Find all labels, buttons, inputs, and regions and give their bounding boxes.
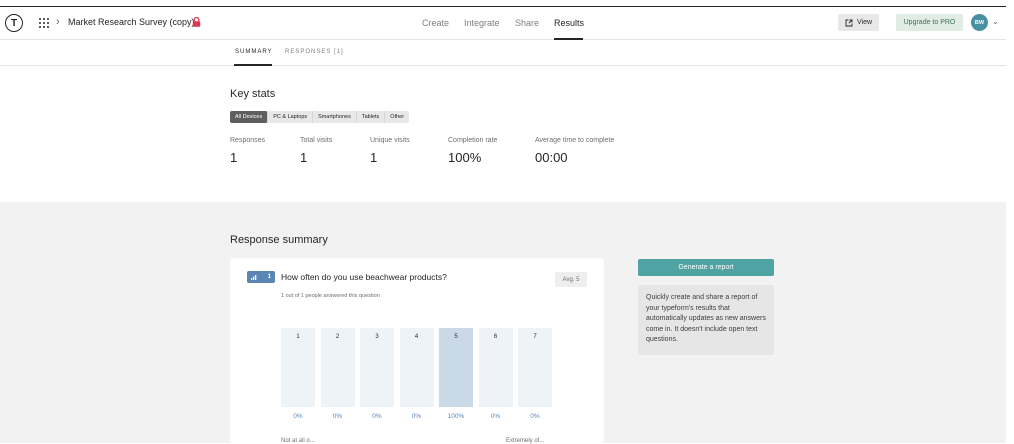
- stat-label: Unique visits: [370, 137, 410, 144]
- stat-label: Completion rate: [448, 137, 498, 144]
- scale-bar-1: 1: [281, 328, 315, 407]
- scale-bar-7: 7: [518, 328, 552, 407]
- external-link-icon: [845, 19, 853, 26]
- scale-bar-2: 2: [320, 328, 355, 407]
- scale-bar-3: 3: [360, 328, 394, 407]
- scale-bar-number: 6: [493, 334, 498, 340]
- report-info-text: Quickly create and share a report of you…: [638, 285, 774, 355]
- scale-percent: 100%: [447, 413, 465, 420]
- stat-responses: Responses 1: [230, 137, 265, 165]
- scale-high-label: Extremely of...: [506, 438, 545, 444]
- key-stats-title: Key stats: [230, 88, 276, 100]
- apps-grid-icon[interactable]: [39, 18, 49, 28]
- stat-label: Responses: [230, 137, 266, 144]
- stat-label: Average time to complete: [535, 137, 615, 144]
- device-tab-tablets[interactable]: Tablets: [357, 111, 386, 123]
- scale-percent: 0%: [332, 413, 343, 420]
- chevron-right-icon: ›: [56, 16, 60, 28]
- stat-value: 1: [300, 150, 308, 165]
- scale-percent: 0%: [530, 413, 540, 420]
- scale-bar-number: 5: [454, 334, 458, 340]
- scale-bar-4: 4: [399, 328, 434, 407]
- form-title[interactable]: Market Research Survey (copy): [68, 17, 195, 27]
- stat-value: 00:00: [535, 150, 568, 165]
- scale-bar-number: 1: [296, 334, 300, 340]
- question-card: 1 How often do you use beachwear product…: [230, 258, 604, 444]
- stat-total-visits: Total visits 1: [300, 137, 332, 165]
- question-answered-count: 1 out of 1 people answered this question: [281, 293, 380, 299]
- nav-integrate[interactable]: Integrate: [464, 18, 500, 28]
- view-label: View: [856, 19, 873, 26]
- device-filter: All Devices PC & Laptops Smartphones Tab…: [230, 111, 410, 123]
- response-summary-title: Response summary: [230, 234, 328, 246]
- scale-low-label: Not at all o...: [281, 438, 315, 444]
- stat-average-time: Average time to complete 00:00: [535, 137, 614, 165]
- nav-results[interactable]: Results: [554, 18, 584, 28]
- average-badge: Avg. 5: [555, 272, 587, 287]
- scale-bar-number: 4: [414, 334, 419, 340]
- lock-icon: [192, 17, 201, 27]
- scale-bar-5: 5: [439, 328, 473, 407]
- app-header: T › Market Research Survey (copy) Create…: [0, 7, 1006, 40]
- stat-unique-visits: Unique visits 1: [370, 137, 410, 165]
- chevron-down-icon[interactable]: ⌄: [992, 17, 999, 26]
- nav-share[interactable]: Share: [515, 18, 539, 28]
- tab-responses[interactable]: RESPONSES [1]: [285, 49, 344, 55]
- typeform-logo[interactable]: T: [5, 14, 23, 32]
- scale-percent: 0%: [490, 413, 501, 420]
- scale-bar-6: 6: [478, 328, 513, 407]
- scale-bar-number: 2: [335, 334, 340, 340]
- avatar[interactable]: BW: [971, 14, 988, 31]
- stat-label: Total visits: [300, 137, 333, 144]
- scale-bar-number: 7: [533, 334, 537, 340]
- scale-percent: 0%: [411, 413, 422, 420]
- stat-value: 1: [370, 150, 378, 165]
- scale-bar-number: 3: [375, 334, 379, 340]
- generate-report-button[interactable]: Generate a report: [638, 259, 774, 276]
- subtab-active-indicator: [234, 64, 272, 66]
- question-title: How often do you use beachwear products?: [281, 272, 447, 282]
- results-subtabs: SUMMARY RESPONSES [1]: [0, 41, 1006, 66]
- scale-percent: 0%: [372, 413, 382, 420]
- device-tab-all[interactable]: All Devices: [230, 111, 269, 123]
- stat-completion-rate: Completion rate 100%: [448, 137, 497, 165]
- stat-value: 1: [230, 150, 238, 165]
- device-tab-other[interactable]: Other: [385, 111, 409, 123]
- upgrade-button[interactable]: Upgrade to PRO: [896, 14, 963, 31]
- question-number-badge: 1: [247, 271, 275, 283]
- question-number: 1: [267, 274, 271, 280]
- nav-create[interactable]: Create: [422, 18, 449, 28]
- stat-value: 100%: [448, 150, 482, 165]
- opinion-scale-bars: 1 2 3 4 5 6 7 0% 0% 0% 0% 100% 0% 0%: [281, 328, 561, 420]
- scale-percent: 0%: [293, 413, 303, 420]
- tab-summary[interactable]: SUMMARY: [235, 49, 273, 55]
- device-tab-smartphones[interactable]: Smartphones: [313, 111, 357, 123]
- opinion-scale-icon: [251, 275, 257, 280]
- device-tab-pc[interactable]: PC & Laptops: [268, 111, 314, 123]
- view-button[interactable]: View: [838, 14, 879, 31]
- nav-active-indicator: [554, 38, 583, 40]
